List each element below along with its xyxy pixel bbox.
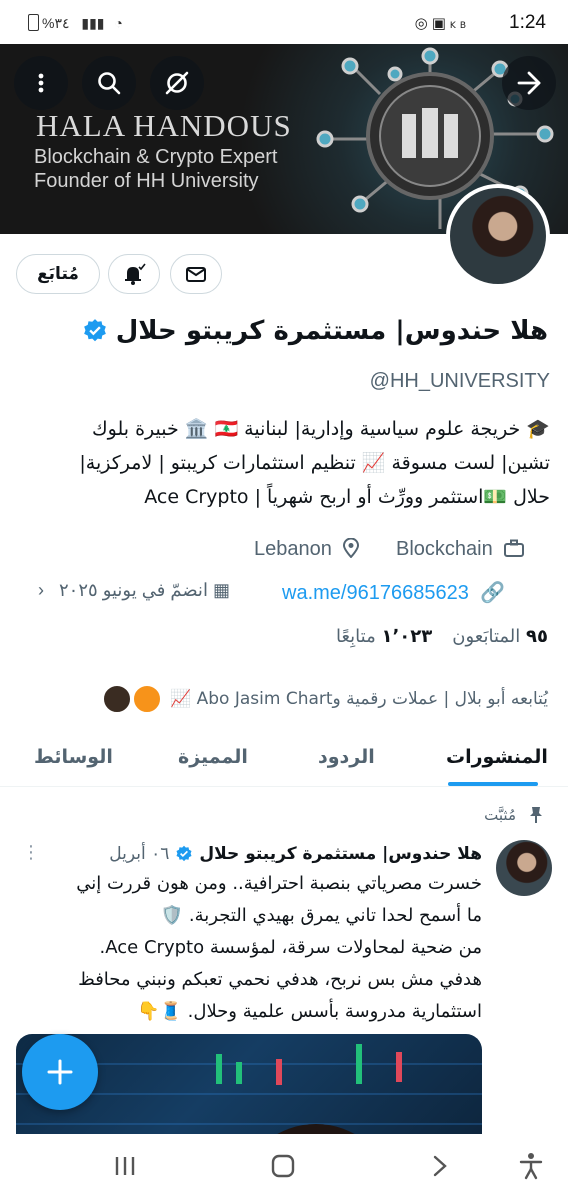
tweet-line: هدفي مش بس نربح، هدفي نحمي تعبكم ونبني م… (78, 969, 482, 990)
profile-tabs: المنشورات الردود المميزة الوسائط (0, 736, 568, 787)
arrow-right-icon (517, 71, 541, 95)
grok-button[interactable] (150, 56, 204, 110)
tab-media[interactable]: الوسائط (34, 746, 113, 768)
tweet-line: ما أسمح لحدا تاني يمرق بهيدي التجربة. 🛡️ (160, 905, 482, 926)
tweet-text: خسرت مصرياتي بنصبة احترافية.. ومن هون قر… (10, 868, 482, 1028)
bio-line-1: 🎓 خريجة علوم سياسية وإدارية| لبنانية 🇱🇧 … (91, 418, 550, 440)
website-item[interactable]: wa.me/96176685623 🔗 (282, 580, 505, 605)
follower-avatars (102, 684, 163, 714)
website-link[interactable]: wa.me/96176685623 (282, 582, 469, 604)
verified-badge-icon[interactable] (82, 318, 108, 344)
briefcase-icon (504, 539, 525, 557)
back-nav-icon[interactable] (430, 1154, 450, 1178)
envelope-icon (186, 267, 206, 282)
battery-indicator: %٣٤ ▮▮▮ ◔ (28, 14, 123, 32)
tab-posts[interactable]: المنشورات (446, 746, 548, 768)
bio-line-2: تشين| لست مسوقة 📈 تنظيم استثمارات كريبتو… (79, 452, 550, 474)
bell-check-icon (125, 263, 146, 285)
pinned-label: مُثبَّت (484, 806, 516, 824)
following-count: ١٬٠٢٣ (381, 626, 433, 647)
location-item: Lebanon (254, 537, 360, 561)
kb-label: KB (449, 21, 470, 31)
tab-replies[interactable]: الردود (318, 746, 375, 768)
notification-icons: ◎▣KB (415, 14, 470, 32)
pin-icon (530, 807, 542, 823)
accessibility-icon[interactable] (518, 1152, 544, 1180)
category-item: Blockchain (396, 538, 525, 561)
tweet-header: هلا حندوس| مستثمرة كريبتو حلال ٠٦ أبريل (109, 844, 482, 864)
whatsapp-icon: ◎ (414, 14, 432, 32)
follower-avatar-bitcoin (132, 684, 163, 714)
tweet-author[interactable]: هلا حندوس| مستثمرة كريبتو حلال (199, 844, 482, 864)
followed-by[interactable]: يُتابعه أبو بلال | عملات رقمية وAbo Jasi… (102, 684, 548, 714)
followers-label: المتابَعون (452, 626, 521, 647)
banner-subtitle-1: Blockchain & Crypto Expert (34, 146, 278, 168)
category-label: Blockchain (396, 538, 493, 560)
wifi-icon: ◔ (114, 15, 123, 31)
tweet-avatar[interactable] (496, 840, 552, 896)
profile-avatar[interactable] (446, 184, 550, 288)
tweet-line: استثمارية مدروسة بأسس علمية وحلال. 🧵👇 (137, 1001, 482, 1022)
plus-icon (47, 1059, 73, 1085)
grok-icon (165, 71, 189, 95)
avatar-image (450, 188, 546, 284)
followers-count: ٩٥ (526, 626, 548, 647)
banner-subtitle-2: Founder of HH University (34, 170, 259, 192)
active-tab-indicator (448, 782, 538, 786)
status-bar: %٣٤ ▮▮▮ ◔ ◎▣KB 1:24 (0, 0, 568, 44)
profile-name: هلا حندوس| مستثمرة كريبتو حلال (82, 316, 548, 346)
more-options-button[interactable] (14, 56, 68, 110)
instagram-icon: ▣ (431, 14, 450, 32)
tweet-more-icon[interactable]: ⋮ (22, 842, 40, 863)
tweet-line: من ضحية لمحاولات سرقة، لمؤسسة Ace Crypto… (99, 937, 482, 958)
battery-icon (28, 14, 39, 31)
following-button[interactable]: مُتابَع (16, 254, 100, 294)
follow-counts: ٩٥ المتابَعون ١٬٠٢٣ متابِعًا (336, 626, 548, 647)
search-icon (98, 72, 121, 95)
location-label: Lebanon (254, 538, 332, 560)
compose-button[interactable] (22, 1034, 98, 1110)
following-button-label: مُتابَع (37, 264, 79, 284)
joined-item: ▦ انضمّ في يونيو ٢٠٢٥ ‹ (38, 580, 230, 601)
tab-highlights[interactable]: المميزة (178, 746, 248, 768)
signal-icon: ▮▮▮ (81, 15, 105, 31)
home-icon[interactable] (270, 1154, 296, 1178)
notifications-button[interactable] (108, 254, 160, 294)
more-vertical-icon (38, 73, 44, 93)
joined-label: انضمّ في يونيو ٢٠٢٥ (59, 580, 208, 600)
follower-avatar-2 (102, 684, 133, 714)
chevron-left-icon[interactable]: ‹ (38, 580, 44, 600)
following-stat[interactable]: ١٬٠٢٣ متابِعًا (336, 626, 432, 647)
message-button[interactable] (170, 254, 222, 294)
pinned-indicator: مُثبَّت (484, 806, 544, 824)
bio-line-3: حلال 💵استثمر وورِّث أو اربح شهرياً | Ace… (144, 486, 550, 508)
link-icon: 🔗 (480, 582, 506, 604)
profile-handle: @HH_UNIVERSITY (369, 370, 550, 392)
recent-apps-icon[interactable] (112, 1154, 138, 1178)
followers-stat[interactable]: ٩٥ المتابَعون (452, 626, 548, 647)
back-button[interactable] (502, 56, 556, 110)
clock: 1:24 (509, 12, 546, 33)
android-nav-bar (0, 1134, 568, 1199)
calendar-icon: ▦ (212, 580, 230, 600)
followed-by-text: يُتابعه أبو بلال | عملات رقمية وAbo Jasi… (170, 689, 548, 709)
location-pin-icon (343, 537, 360, 559)
display-name: هلا حندوس| مستثمرة كريبتو حلال (115, 316, 548, 346)
banner-brand: HALA HANDOUS (36, 108, 292, 143)
verified-badge-icon (176, 845, 192, 862)
following-label: متابِعًا (335, 626, 376, 647)
search-button[interactable] (82, 56, 136, 110)
tweet-line: خسرت مصرياتي بنصبة احترافية.. ومن هون قر… (76, 873, 482, 894)
tweet-date: ٠٦ أبريل (109, 844, 170, 864)
